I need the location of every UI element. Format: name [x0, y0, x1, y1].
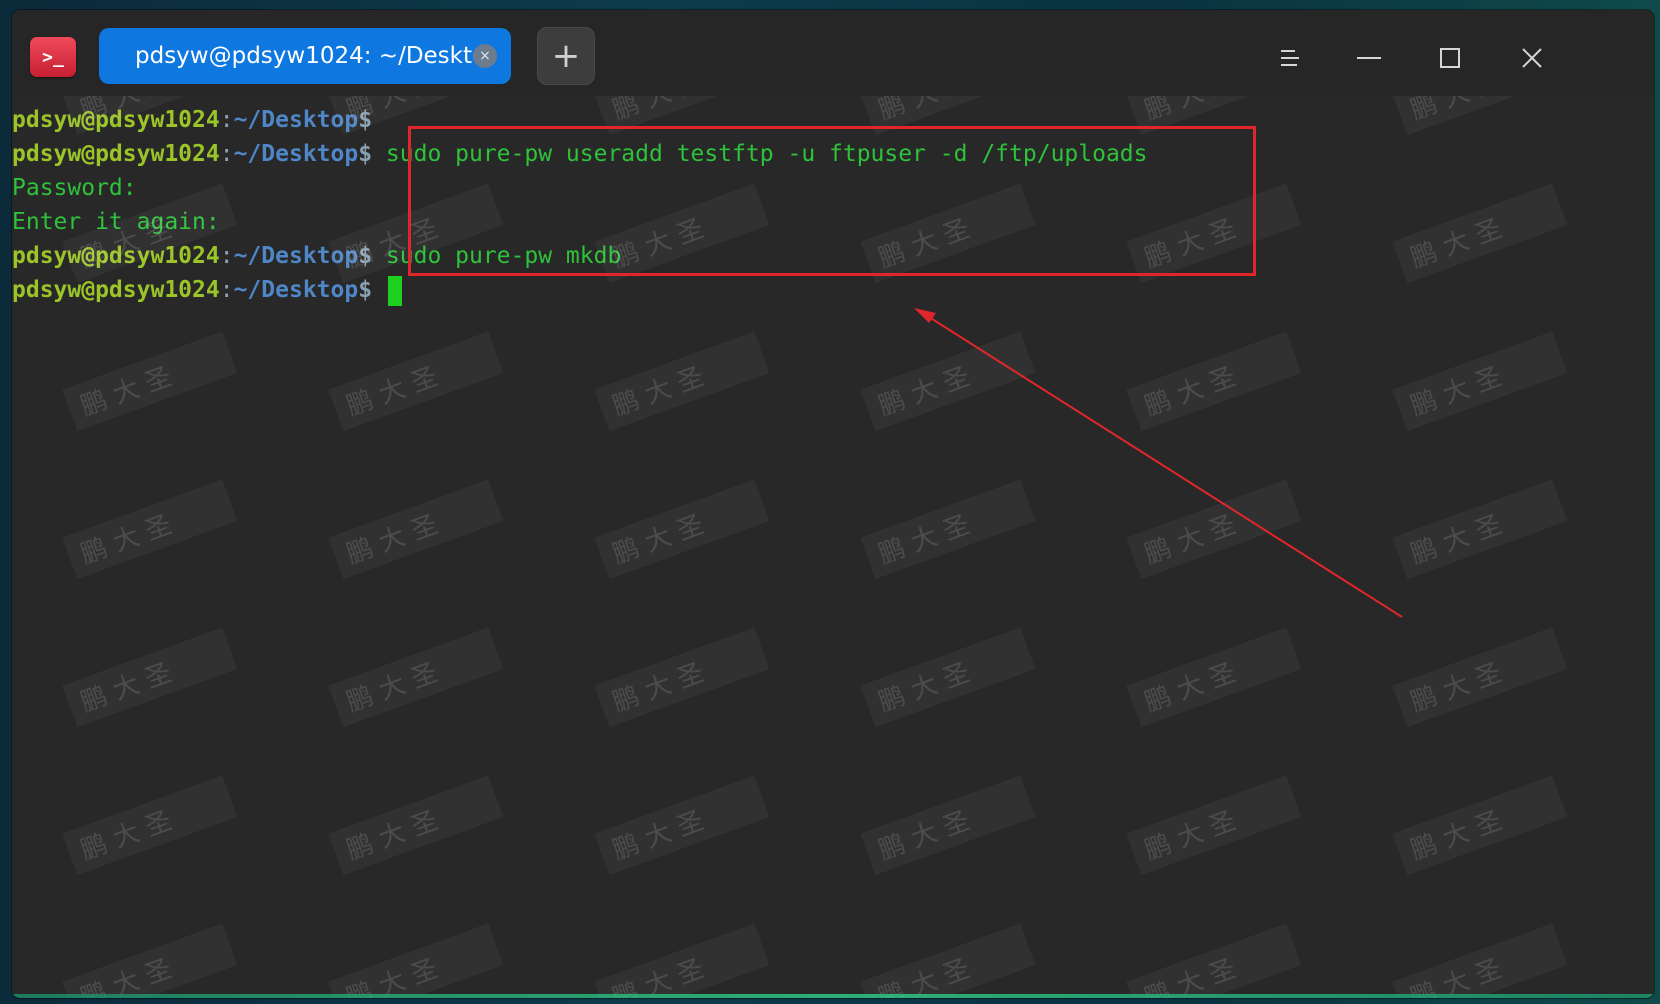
annotation-arrow — [914, 308, 1403, 618]
terminal-window: >_ pdsyw@pdsyw1024: ~/Desktop × + pdsyw@… — [12, 10, 1654, 998]
